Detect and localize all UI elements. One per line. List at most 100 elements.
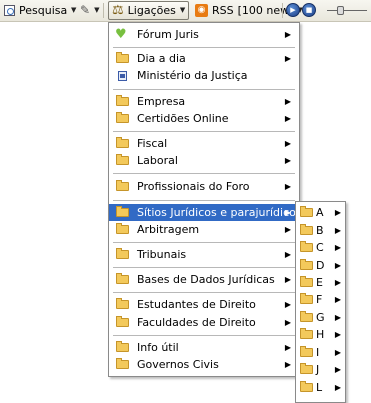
menu-separator	[113, 335, 295, 336]
volume-track[interactable]	[327, 10, 367, 11]
play-button[interactable]: ▶	[286, 3, 300, 17]
stop-button[interactable]: ■	[302, 3, 316, 17]
scales-icon: ⚖	[112, 3, 124, 18]
folder-icon	[300, 328, 313, 339]
submenu-arrow-icon: ▶	[284, 343, 291, 352]
menu-item-sitios-juridicos[interactable]: Sítios Jurídicos e parajurídicos ▶	[109, 204, 302, 221]
menu-item-label: Bases de Dados Jurídicas	[137, 273, 275, 286]
submenu-item-label: G	[316, 311, 325, 324]
folder-icon	[116, 180, 129, 191]
submenu-item-label: C	[316, 241, 324, 254]
submenu-item-label: E	[316, 276, 323, 289]
folder-icon	[116, 273, 129, 284]
menu-item-label: Estudantes de Direito	[137, 298, 256, 311]
menu-item-label: Profissionais do Foro	[137, 180, 250, 193]
menu-separator	[113, 267, 295, 268]
menu-item-profissionais-do-foro[interactable]: Profissionais do Foro ▶	[109, 178, 299, 195]
menu-item-fiscal[interactable]: Fiscal ▶	[109, 135, 299, 152]
menu-item-bases-de-dados[interactable]: Bases de Dados Jurídicas ▶	[109, 271, 299, 288]
submenu-arrow-icon: ▶	[284, 54, 291, 63]
menu-item-label: Sítios Jurídicos e parajurídicos	[137, 206, 302, 219]
menu-separator	[113, 292, 295, 293]
folder-icon	[300, 276, 313, 287]
submenu-item-i[interactable]: I ▶	[296, 344, 345, 361]
menu-separator	[113, 242, 295, 243]
search-label: Pesquisa	[19, 4, 68, 17]
submenu-arrow-icon: ▶	[284, 208, 291, 217]
links-label: Ligações	[127, 4, 176, 17]
menu-item-ministerio-da-justica[interactable]: Ministério da Justiça	[109, 67, 299, 84]
menu-item-forum-juris[interactable]: ♥ Fórum Juris ▶	[109, 26, 299, 43]
submenu-item-j[interactable]: J ▶	[296, 361, 345, 378]
submenu-arrow-icon: ▶	[284, 225, 291, 234]
menu-item-dia-a-dia[interactable]: Dia a dia ▶	[109, 50, 299, 67]
links-menu: ♥ Fórum Juris ▶ Dia a dia ▶ Ministério d…	[108, 22, 302, 377]
folder-icon	[116, 223, 129, 234]
menu-item-label: Fórum Juris	[137, 28, 199, 41]
submenu-item-label: A	[316, 206, 324, 219]
menu-item-label: Empresa	[137, 95, 186, 108]
submenu-item-l[interactable]: L ▶	[296, 379, 345, 396]
menu-item-laboral[interactable]: Laboral ▶	[109, 152, 299, 169]
menu-item-info-util[interactable]: Info útil ▶	[109, 339, 299, 356]
search-button[interactable]: Pesquisa	[4, 2, 67, 19]
submenu-arrow-icon: ▶	[334, 243, 341, 252]
submenu-arrow-icon: ▶	[284, 182, 291, 191]
folder-icon	[116, 298, 129, 309]
menu-item-faculdades-de-direito[interactable]: Faculdades de Direito ▶	[109, 314, 299, 331]
folder-icon	[300, 224, 313, 235]
submenu-arrow-icon: ▶	[284, 275, 291, 284]
rss-label: RSS	[212, 4, 234, 17]
submenu-item-e[interactable]: E ▶	[296, 274, 345, 291]
menu-item-arbitragem[interactable]: Arbitragem ▶	[109, 221, 299, 238]
submenu-item-label: J	[316, 363, 320, 376]
menu-item-governos-civis[interactable]: Governos Civis ▶	[109, 356, 299, 373]
search-dropdown-button[interactable]: ▼	[67, 2, 76, 19]
submenu-arrow-icon: ▶	[334, 348, 341, 357]
search-icon	[4, 5, 15, 16]
folder-icon	[116, 95, 129, 106]
submenu-item-d[interactable]: D ▶	[296, 257, 345, 274]
menu-item-empresa[interactable]: Empresa ▶	[109, 93, 299, 110]
submenu-arrow-icon: ▶	[334, 313, 341, 322]
submenu-arrow-icon: ▶	[284, 97, 291, 106]
folder-icon	[300, 381, 313, 392]
folder-icon	[116, 137, 129, 148]
menu-separator	[113, 131, 295, 132]
pencil-icon: ✎	[80, 3, 91, 17]
menu-item-label: Laboral	[137, 154, 178, 167]
submenu-arrow-icon: ▶	[334, 365, 341, 374]
highlight-button[interactable]: ✎ ▼	[80, 2, 99, 19]
menu-item-label: Faculdades de Direito	[137, 316, 256, 329]
browser-toolbar: Pesquisa ▼ ✎ ▼ ⚖ Ligações ▼ ◉ RSS [100 n…	[0, 0, 371, 22]
submenu-item-a[interactable]: A ▶	[296, 204, 345, 221]
chevron-down-icon: ▼	[179, 6, 186, 14]
menu-item-tribunais[interactable]: Tribunais ▶	[109, 246, 299, 263]
folder-icon	[300, 311, 313, 322]
menu-item-label: Fiscal	[137, 137, 168, 150]
submenu-item-h[interactable]: H ▶	[296, 326, 345, 343]
stop-icon: ■	[305, 6, 313, 14]
menu-item-label: Arbitragem	[137, 223, 200, 236]
folder-icon	[300, 363, 313, 374]
folder-icon	[116, 52, 129, 63]
menu-item-certidoes-online[interactable]: Certidões Online ▶	[109, 110, 299, 127]
menu-item-estudantes-de-direito[interactable]: Estudantes de Direito ▶	[109, 296, 299, 313]
submenu-arrow-icon: ▶	[284, 139, 291, 148]
submenu-item-f[interactable]: F ▶	[296, 291, 345, 308]
submenu-item-g[interactable]: G ▶	[296, 309, 345, 326]
submenu-arrow-icon: ▶	[334, 226, 341, 235]
submenu-item-b[interactable]: B ▶	[296, 222, 345, 239]
links-button[interactable]: ⚖ Ligações ▼	[108, 1, 190, 20]
submenu-arrow-icon: ▶	[334, 261, 341, 270]
toolbar-divider	[282, 3, 283, 18]
volume-slider-handle[interactable]	[337, 6, 344, 15]
submenu-arrow-icon: ▶	[334, 208, 341, 217]
menu-item-label: Info útil	[137, 341, 179, 354]
submenu-item-c[interactable]: C ▶	[296, 239, 345, 256]
submenu-item-label: I	[316, 346, 320, 359]
folder-icon	[116, 206, 129, 217]
menu-separator	[113, 89, 295, 90]
submenu-arrow-icon: ▶	[284, 250, 291, 259]
menu-item-label: Dia a dia	[137, 52, 186, 65]
